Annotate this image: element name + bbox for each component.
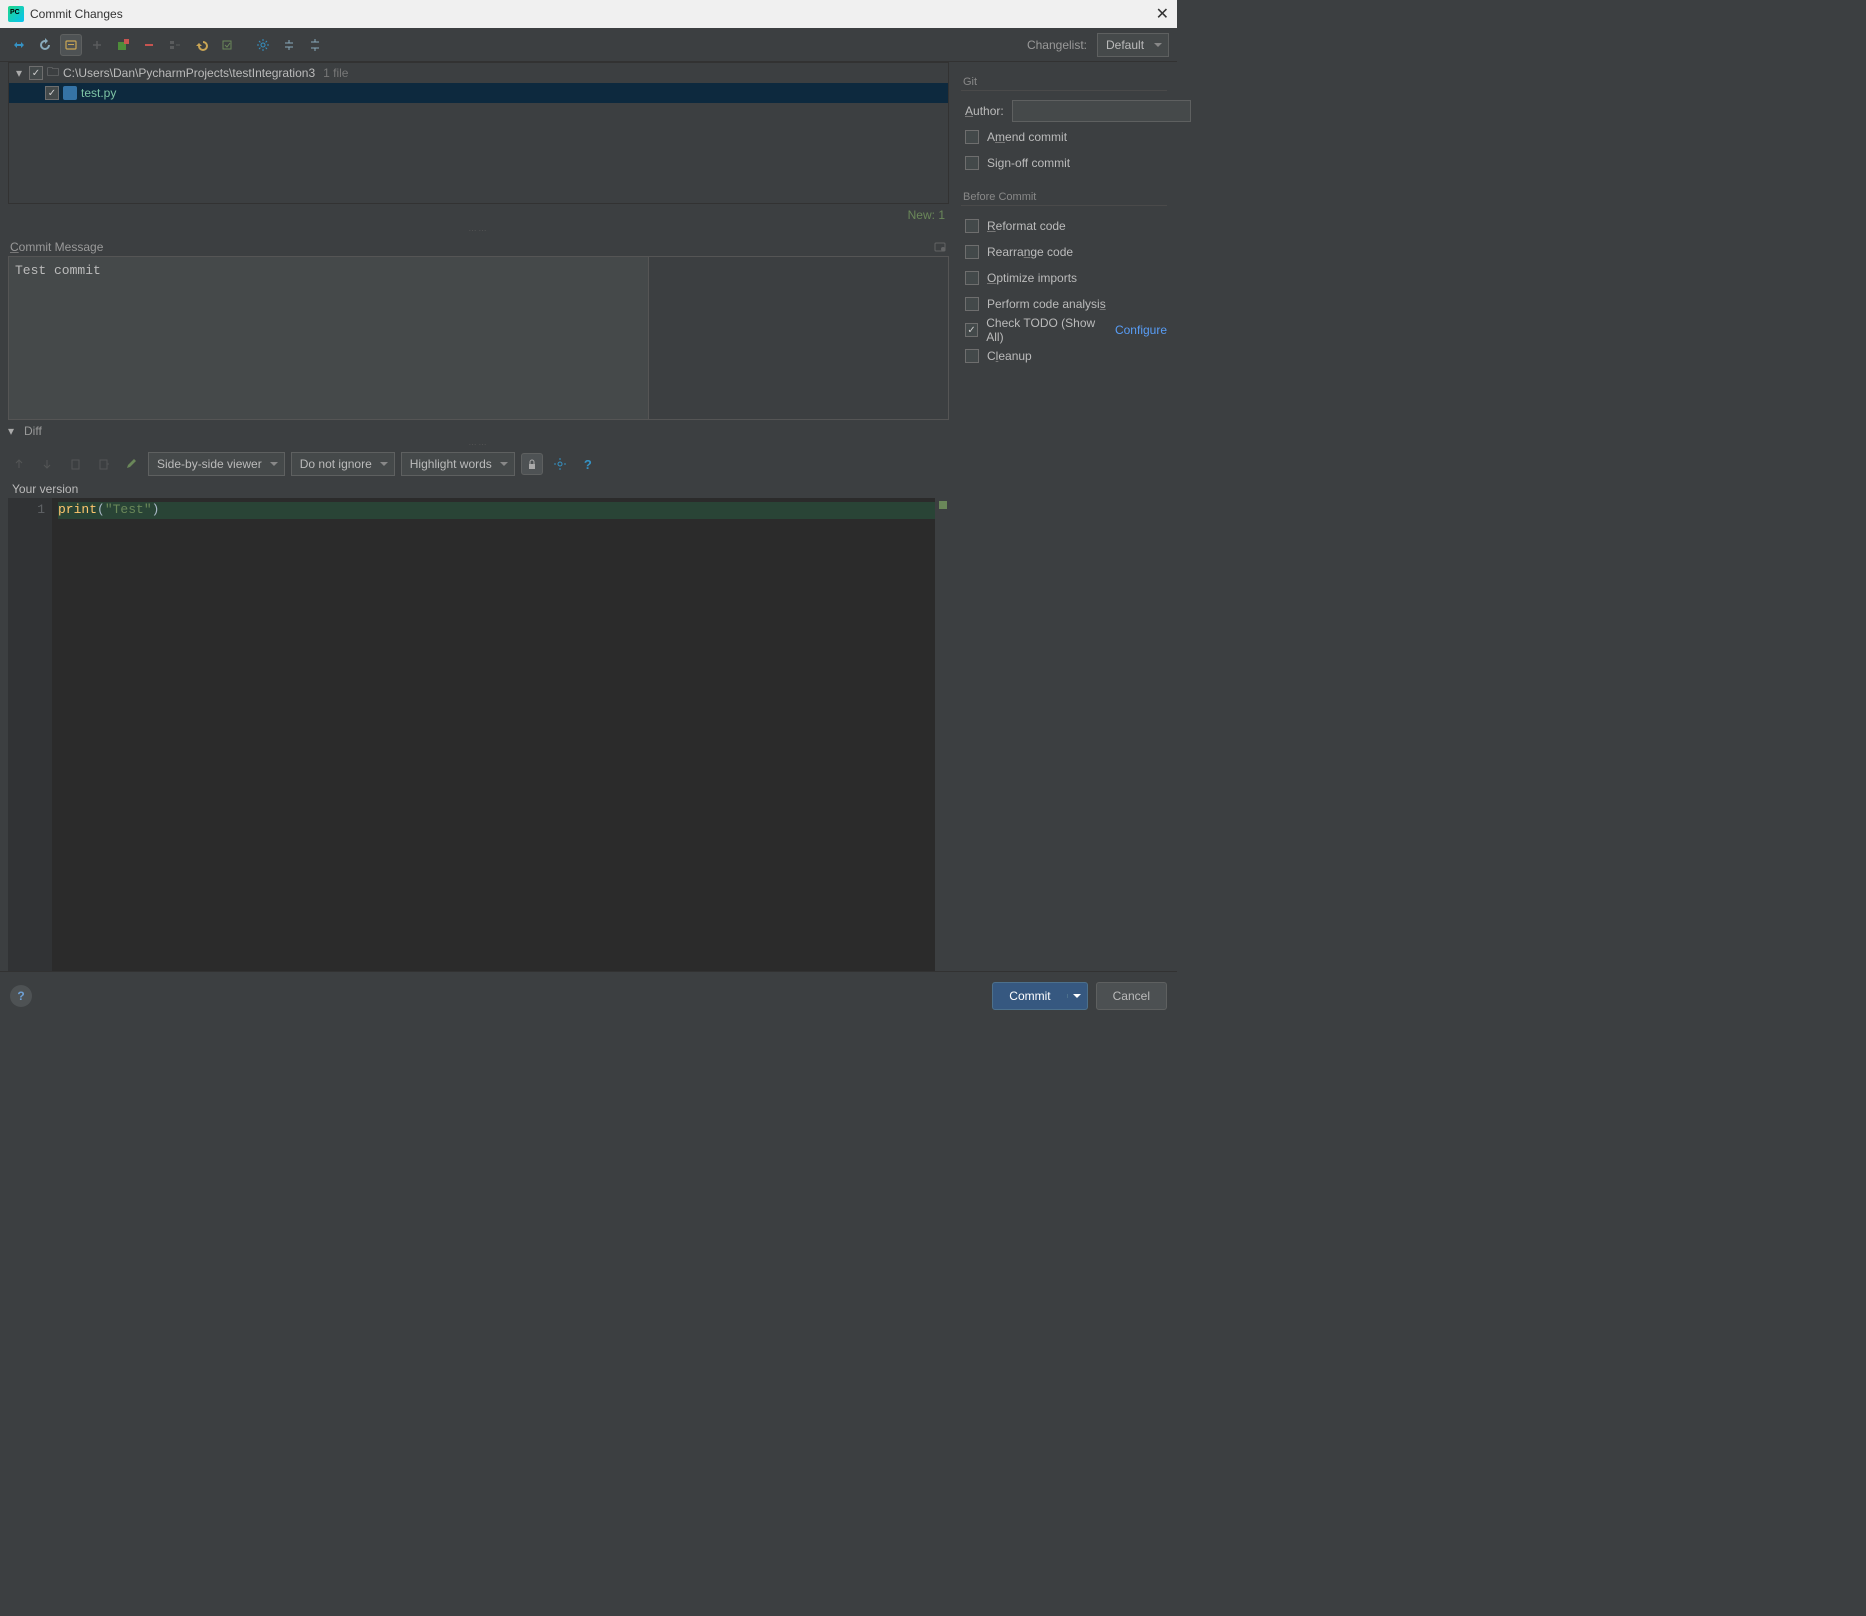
commit-dropdown-icon[interactable] [1067,994,1087,998]
pycharm-icon [8,6,24,22]
help-icon[interactable]: ? [577,453,599,475]
configure-link[interactable]: Configure [1115,323,1167,337]
close-icon[interactable]: ✕ [1156,4,1169,24]
reformat-checkbox[interactable] [965,219,979,233]
file-checkbox[interactable] [45,86,59,100]
diff-settings-icon[interactable] [549,453,571,475]
error-stripe[interactable] [935,498,949,971]
your-version-label: Your version [0,480,957,498]
rearrange-label: Rearrange code [987,245,1073,259]
window-title: Commit Changes [30,7,123,21]
options-sidebar: Git Author: Amend commit Sign-off commit… [957,62,1177,971]
edit-source-icon[interactable] [120,453,142,475]
help-button[interactable]: ? [10,985,32,1007]
amend-label: Amend commit [987,130,1067,144]
rearrange-checkbox[interactable] [965,245,979,259]
top-toolbar: Changelist: Default [0,28,1177,62]
chevron-down-icon[interactable]: ▾ [13,66,25,80]
remove-icon[interactable] [138,34,160,56]
todo-label: Check TODO (Show All) [986,316,1107,344]
signoff-label: Sign-off commit [987,156,1070,170]
refresh-icon[interactable] [34,34,56,56]
cleanup-label: Cleanup [987,349,1032,363]
cleanup-checkbox[interactable] [965,349,979,363]
jump-to-source-icon[interactable] [216,34,238,56]
author-input[interactable] [1012,100,1191,122]
settings-icon[interactable] [252,34,274,56]
expand-all-icon [86,34,108,56]
show-diff-icon[interactable] [8,34,30,56]
before-commit-label: Before Commit [961,187,1167,206]
prev-file-icon [64,453,86,475]
commit-message-side-panel [649,256,949,420]
root-path: C:\Users\Dan\PycharmProjects\testIntegra… [63,66,315,80]
change-marker[interactable] [939,501,947,509]
commit-message-label: Commit Message [10,240,103,254]
reformat-label: Reformat code [987,219,1066,233]
splitter-grip[interactable]: ⋯⋯ [0,440,957,450]
signoff-checkbox[interactable] [965,156,979,170]
file-tree[interactable]: ▾ 🗀 C:\Users\Dan\PycharmProjects\testInt… [8,62,949,204]
group-by-directory-icon[interactable] [60,34,82,56]
tree-root-row[interactable]: ▾ 🗀 C:\Users\Dan\PycharmProjects\testInt… [9,63,948,83]
next-diff-icon [36,453,58,475]
code-line: print("Test") [58,502,949,519]
new-count: New: 1 [0,204,957,226]
root-count: 1 file [323,66,348,80]
commit-history-icon[interactable] [933,240,947,254]
tree-file-row[interactable]: test.py [9,83,948,103]
splitter-grip[interactable]: ⋯⋯ [0,226,957,236]
move-to-changelist-icon [164,34,186,56]
todo-checkbox[interactable] [965,323,978,337]
chevron-down-icon[interactable]: ▾ [8,424,20,438]
diff-label: Diff [24,424,42,438]
prev-diff-icon [8,453,30,475]
folder-icon: 🗀 [47,63,59,84]
analysis-label: Perform code analysis [987,297,1106,311]
changelist-label: Changelist: [1027,38,1087,52]
root-checkbox[interactable] [29,66,43,80]
sync-scroll-icon[interactable] [521,453,543,475]
next-file-icon [92,453,114,475]
file-name: test.py [81,86,116,100]
author-label: Author: [965,104,1004,118]
git-section-label: Git [961,72,1167,91]
titlebar: Commit Changes ✕ [0,0,1177,28]
amend-checkbox[interactable] [965,130,979,144]
ignore-mode-select[interactable]: Do not ignore [291,452,395,476]
optimize-label: Optimize imports [987,271,1077,285]
footer: ? Commit Cancel [0,971,1177,1019]
line-gutter: 1 [8,498,52,971]
rollback-icon[interactable] [190,34,212,56]
python-file-icon [63,86,77,100]
optimize-checkbox[interactable] [965,271,979,285]
changelist-select[interactable]: Default [1097,33,1169,57]
analysis-checkbox[interactable] [965,297,979,311]
cancel-button[interactable]: Cancel [1096,982,1167,1010]
diff-code-area[interactable]: 1 print("Test") [8,498,949,971]
viewer-mode-select[interactable]: Side-by-side viewer [148,452,285,476]
expand-icon[interactable] [304,34,326,56]
collapse-icon[interactable] [278,34,300,56]
commit-message-input[interactable] [8,256,649,420]
diff-toolbar: Side-by-side viewer Do not ignore Highli… [0,450,957,480]
highlight-mode-select[interactable]: Highlight words [401,452,515,476]
new-changelist-icon[interactable] [112,34,134,56]
commit-button[interactable]: Commit [992,982,1087,1010]
